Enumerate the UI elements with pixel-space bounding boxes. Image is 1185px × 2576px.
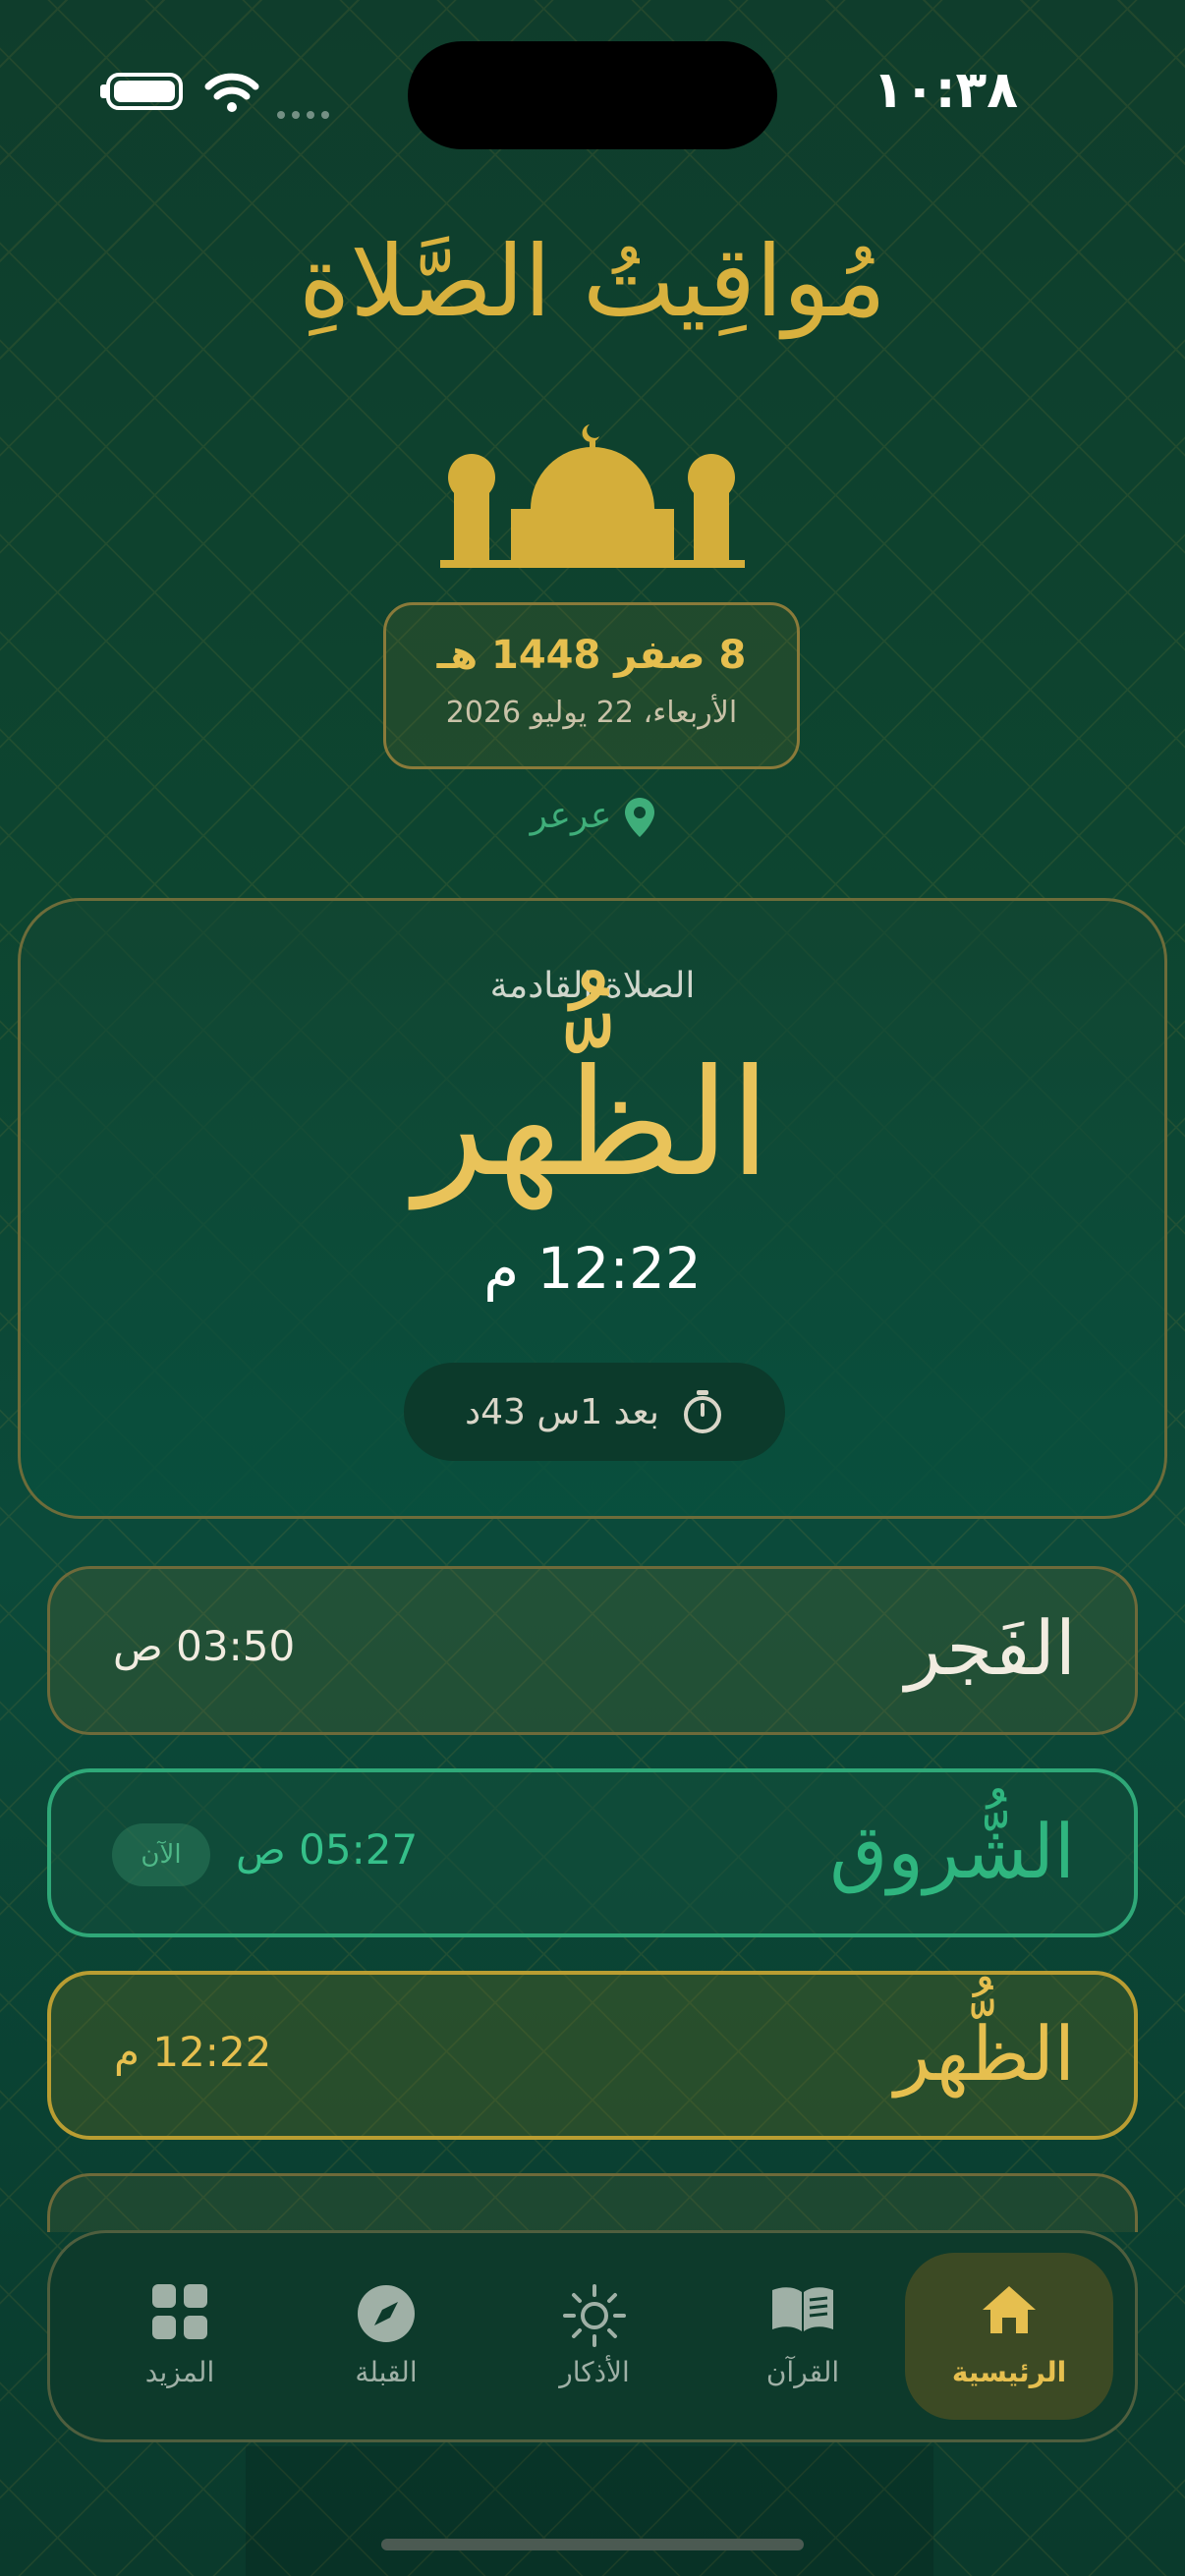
gregorian-date: الأربعاء، 22 يوليو 2026	[445, 696, 738, 730]
tab-adhkar[interactable]: الأذكار	[496, 2253, 693, 2420]
tab-qibla[interactable]: القبلة	[288, 2253, 484, 2420]
date-card: 8 صفر 1448 هـ الأربعاء، 22 يوليو 2026	[383, 602, 800, 769]
prayer-time: 05:27 ص	[236, 1825, 419, 1874]
background-decoration	[246, 2446, 933, 2576]
prayer-row-sunrise[interactable]: الشُّروق 05:27 ص الآن	[47, 1768, 1138, 1937]
tab-quran[interactable]: القرآن	[705, 2253, 901, 2420]
prayer-row-fajr[interactable]: الفَجر 03:50 ص	[47, 1566, 1138, 1735]
status-time: ١٠:٣٨	[873, 61, 1018, 120]
location-city: عرعر	[530, 796, 612, 836]
prayer-name: الظُّهر	[894, 2010, 1075, 2098]
prayer-name: الفَجر	[905, 1604, 1076, 1692]
mosque-icon	[440, 424, 745, 568]
tab-label: القرآن	[765, 2356, 840, 2388]
prayer-name: الشُّروق	[829, 1808, 1075, 1895]
bottom-tab-bar: الرئيسية القرآن الأذكار القبلة المزيد	[47, 2230, 1138, 2442]
hijri-date: 8 صفر 1448 هـ	[436, 633, 747, 678]
dynamic-island	[408, 41, 777, 149]
tab-label: القبلة	[355, 2356, 418, 2388]
location-label[interactable]: عرعر	[0, 796, 1185, 837]
prayer-time: 03:50 ص	[113, 1622, 296, 1670]
status-bar: ١٠:٣٨	[0, 0, 1185, 187]
now-badge: الآن	[112, 1823, 210, 1886]
tab-label: الأذكار	[559, 2356, 630, 2388]
compass-icon	[358, 2285, 415, 2342]
tab-home[interactable]: الرئيسية	[905, 2253, 1113, 2420]
prayer-row-dhuhr[interactable]: الظُّهر 12:22 م	[47, 1971, 1138, 2140]
prayer-row-partial[interactable]	[47, 2173, 1138, 2232]
timer-icon	[683, 1390, 721, 1433]
next-prayer-time: 12:22 م	[483, 1235, 702, 1302]
tab-label: المزيد	[144, 2356, 215, 2388]
tab-label: الرئيسية	[951, 2356, 1067, 2388]
next-prayer-name: الظُّهر	[414, 1038, 771, 1209]
prayer-time: 12:22 م	[114, 2028, 272, 2076]
book-icon	[772, 2287, 833, 2331]
tab-more[interactable]: المزيد	[82, 2253, 278, 2420]
home-icon	[983, 2286, 1036, 2333]
app-title: مُواقِيتُ الصَّلاةِ	[299, 224, 886, 339]
battery-icon	[106, 73, 183, 110]
countdown-pill: بعد 1س 43د	[404, 1363, 785, 1461]
grid-icon	[152, 2284, 207, 2339]
sun-icon	[563, 2284, 626, 2347]
cellular-signal-icon	[277, 104, 336, 123]
next-prayer-label: الصلاة القادمة	[489, 966, 696, 1006]
countdown-text: بعد 1س 43د	[465, 1391, 659, 1432]
next-prayer-card: الصلاة القادمة الظُّهر 12:22 م بعد 1س 43…	[18, 898, 1167, 1519]
home-indicator[interactable]	[381, 2539, 804, 2550]
wifi-icon	[204, 73, 259, 112]
location-pin-icon	[625, 798, 655, 837]
